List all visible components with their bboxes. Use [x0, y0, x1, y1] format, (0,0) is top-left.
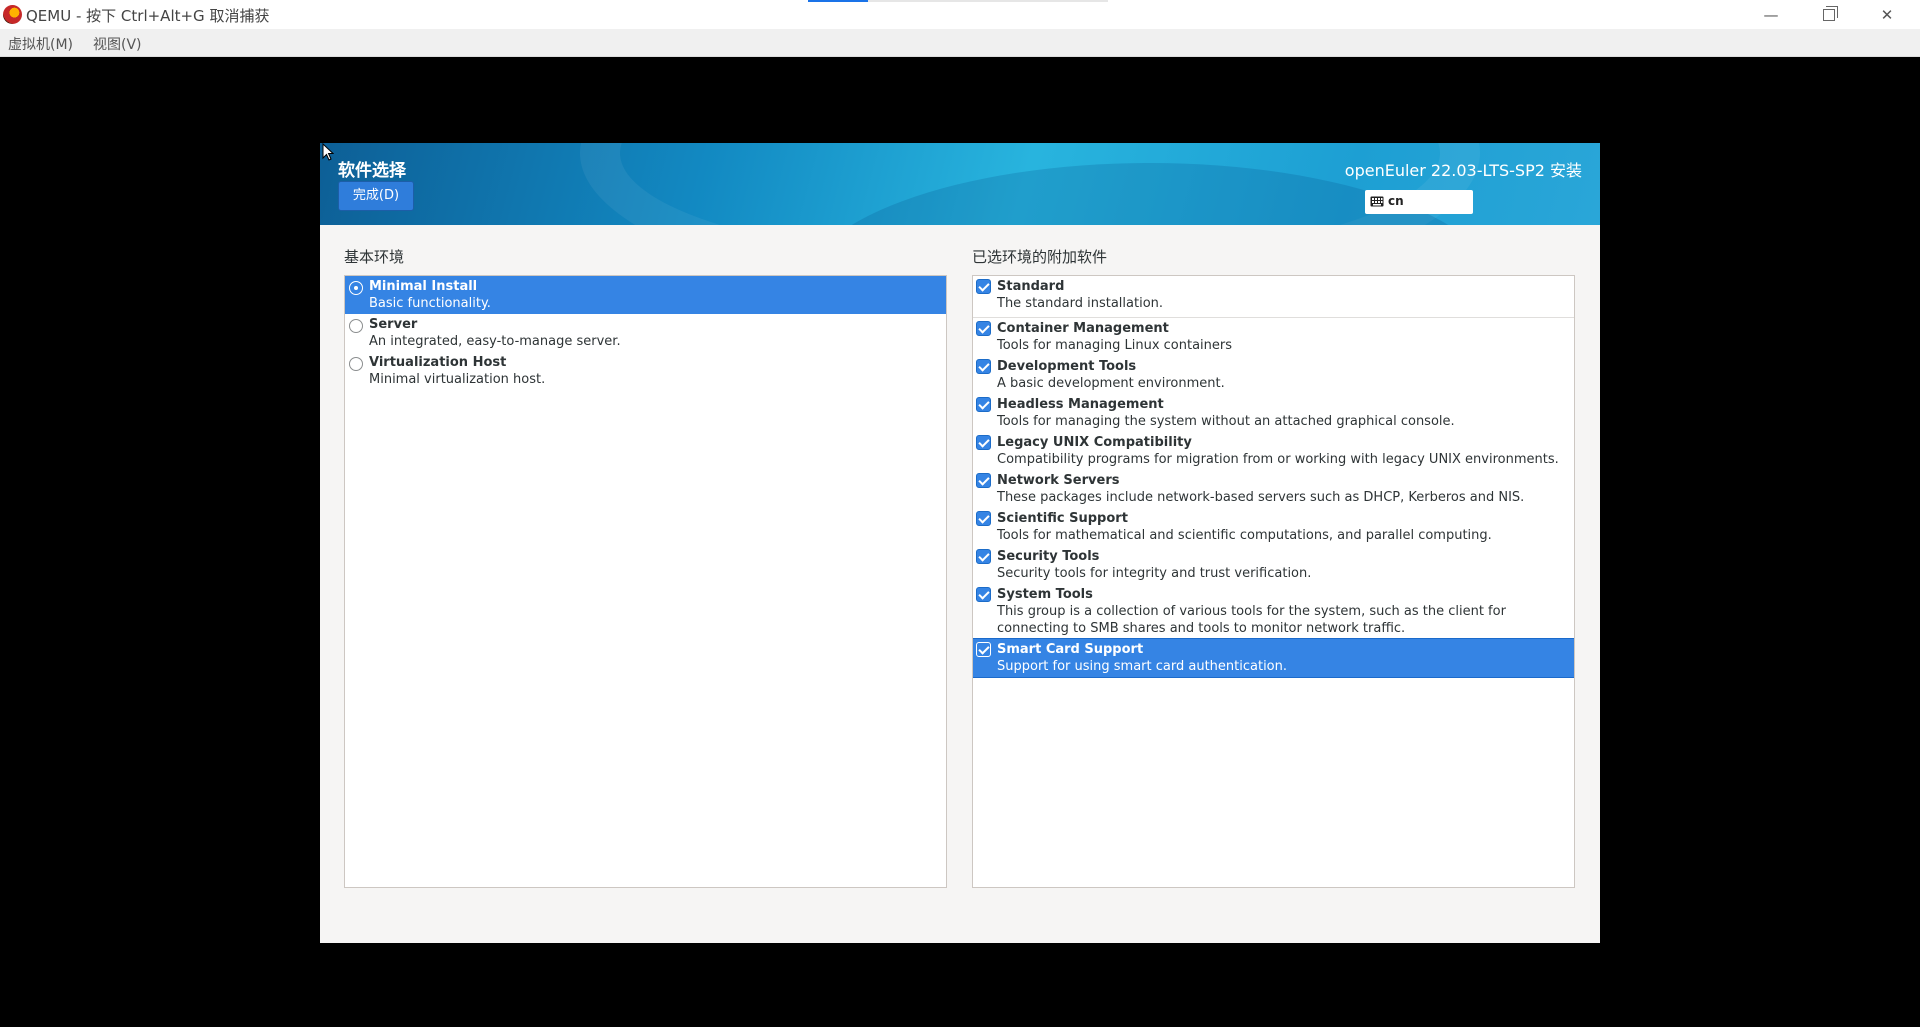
addon-title: System Tools [997, 587, 1093, 602]
addon-title: Legacy UNIX Compatibility [997, 435, 1192, 450]
addons-label: 已选环境的附加软件 [972, 248, 1108, 266]
addon-description: Tools for managing the system without an… [997, 414, 1455, 429]
addon-description: Security tools for integrity and trust v… [997, 566, 1312, 581]
environment-item-minimal-install[interactable]: Minimal Install Basic functionality. [345, 276, 946, 314]
close-icon: ✕ [1880, 5, 1894, 24]
addon-description: Tools for mathematical and scientific co… [997, 528, 1492, 543]
addon-title: Container Management [997, 321, 1169, 336]
addon-title: Security Tools [997, 549, 1100, 564]
addon-item-security-tools[interactable]: Security Tools Security tools for integr… [973, 546, 1574, 584]
minimize-button[interactable]: — [1742, 0, 1800, 29]
checkbox[interactable] [976, 279, 991, 294]
environment-item-server[interactable]: Server An integrated, easy-to-manage ser… [345, 314, 946, 352]
addon-title: Smart Card Support [997, 642, 1144, 657]
checkbox[interactable] [976, 511, 991, 526]
checkbox[interactable] [976, 642, 991, 657]
done-button[interactable]: 完成(D) [338, 181, 414, 211]
addon-description: Tools for managing Linux containers [997, 338, 1233, 353]
addon-title: Headless Management [997, 397, 1164, 412]
addon-item-network-servers[interactable]: Network Servers These packages include n… [973, 470, 1574, 508]
addon-item-legacy-unix-compatibility[interactable]: Legacy UNIX Compatibility Compatibility … [973, 432, 1574, 470]
checkbox[interactable] [976, 397, 991, 412]
radio-button[interactable] [349, 319, 363, 333]
restore-icon [1823, 5, 1838, 21]
guest-display[interactable]: 软件选择 完成(D) openEuler 22.03-LTS-SP2 安装 cn… [0, 57, 1920, 1027]
environment-title: Virtualization Host [369, 355, 507, 370]
menubar: 虚拟机(M) 视图(V) [0, 29, 1920, 57]
addon-list: Standard The standard installation. Cont… [972, 275, 1575, 888]
addon-description: These packages include network-based ser… [997, 490, 1525, 505]
environment-title: Server [369, 317, 418, 332]
radio-button[interactable] [349, 357, 363, 371]
addon-item-headless-management[interactable]: Headless Management Tools for managing t… [973, 394, 1574, 432]
addon-description: This group is a collection of various to… [997, 604, 1506, 636]
addon-item-scientific-support[interactable]: Scientific Support Tools for mathematica… [973, 508, 1574, 546]
installer-header: 软件选择 完成(D) openEuler 22.03-LTS-SP2 安装 cn [320, 143, 1600, 225]
radio-button[interactable] [349, 281, 363, 295]
addon-item-smart-card-support[interactable]: Smart Card Support Support for using sma… [973, 638, 1574, 678]
addon-title: Network Servers [997, 473, 1120, 488]
menu-view[interactable]: 视图(V) [93, 34, 142, 54]
addon-description: Support for using smart card authenticat… [997, 659, 1288, 674]
addon-item-standard[interactable]: Standard The standard installation. [973, 276, 1574, 314]
installer-window: 软件选择 完成(D) openEuler 22.03-LTS-SP2 安装 cn… [320, 143, 1600, 943]
window-titlebar: QEMU - 按下 Ctrl+Alt+G 取消捕获 — ✕ [0, 0, 1920, 29]
addon-item-container-management[interactable]: Container Management Tools for managing … [973, 318, 1574, 356]
checkbox[interactable] [976, 435, 991, 450]
environment-item-virtualization-host[interactable]: Virtualization Host Minimal virtualizati… [345, 352, 946, 390]
qemu-app-icon [3, 5, 22, 24]
product-title: openEuler 22.03-LTS-SP2 安装 [1344, 161, 1582, 180]
checkbox[interactable] [976, 587, 991, 602]
addon-item-development-tools[interactable]: Development Tools A basic development en… [973, 356, 1574, 394]
tab-strip-active [808, 0, 868, 2]
checkbox[interactable] [976, 473, 991, 488]
checkbox[interactable] [976, 321, 991, 336]
keyboard-layout-label: cn [1388, 194, 1404, 208]
keyboard-layout-indicator[interactable]: cn [1365, 190, 1473, 214]
menu-machine[interactable]: 虚拟机(M) [8, 34, 73, 54]
addon-title: Development Tools [997, 359, 1137, 374]
checkbox[interactable] [976, 359, 991, 374]
base-environment-list: Minimal Install Basic functionality. Ser… [344, 275, 947, 888]
window-title: QEMU - 按下 Ctrl+Alt+G 取消捕获 [26, 7, 270, 25]
addon-description: A basic development environment. [997, 376, 1225, 391]
addon-title: Standard [997, 279, 1065, 294]
checkbox[interactable] [976, 549, 991, 564]
keyboard-icon [1370, 196, 1384, 207]
close-button[interactable]: ✕ [1858, 0, 1916, 29]
addon-item-system-tools[interactable]: System Tools This group is a collection … [973, 584, 1574, 639]
addon-description: The standard installation. [997, 296, 1164, 311]
environment-description: Minimal virtualization host. [369, 372, 546, 387]
base-environment-label: 基本环境 [344, 248, 405, 266]
minimize-icon: — [1763, 5, 1779, 24]
page-title: 软件选择 [338, 161, 406, 181]
restore-button[interactable] [1800, 0, 1858, 29]
environment-description: An integrated, easy-to-manage server. [369, 334, 621, 349]
addon-title: Scientific Support [997, 511, 1128, 526]
environment-description: Basic functionality. [369, 296, 491, 311]
mouse-pointer-icon [322, 143, 334, 161]
addon-description: Compatibility programs for migration fro… [997, 452, 1559, 467]
environment-title: Minimal Install [369, 279, 478, 294]
